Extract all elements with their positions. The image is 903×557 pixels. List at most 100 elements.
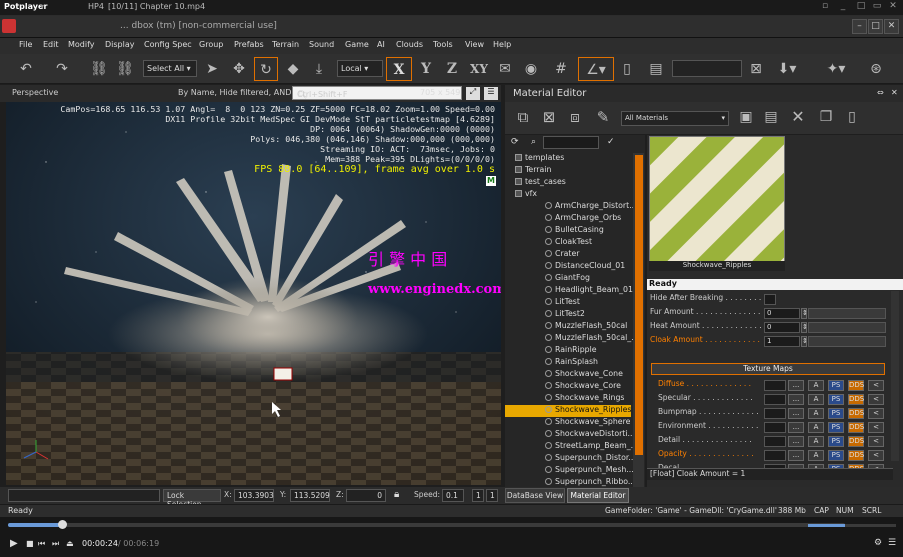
- tree-folder[interactable]: templates: [515, 153, 641, 165]
- ps-icon[interactable]: PS: [828, 436, 844, 447]
- tree-item[interactable]: GiantFog: [505, 273, 631, 285]
- property-slider[interactable]: [808, 322, 886, 333]
- tree-search-input[interactable]: [543, 136, 599, 149]
- menu-terrain[interactable]: Terrain: [272, 40, 299, 49]
- tree-item[interactable]: StreetLamp_Beam_...: [505, 441, 638, 453]
- ps-icon[interactable]: PS: [828, 394, 844, 405]
- menu-view[interactable]: View: [465, 40, 484, 49]
- get-material-icon[interactable]: ⧈: [565, 105, 585, 129]
- tree-item[interactable]: RainRipple: [505, 345, 631, 357]
- layer-select[interactable]: [672, 60, 742, 77]
- tree-item[interactable]: LitTest: [505, 297, 631, 309]
- physics-icon[interactable]: ⊛: [864, 57, 888, 81]
- speed-option-2[interactable]: 1: [486, 489, 498, 502]
- redo-icon[interactable]: ↷: [50, 57, 74, 81]
- texture-path-field[interactable]: [764, 408, 786, 419]
- menu-edit[interactable]: Edit: [43, 40, 59, 49]
- menu-game[interactable]: Game: [345, 40, 369, 49]
- props-scrollbar[interactable]: [891, 291, 899, 461]
- menu-display[interactable]: Display: [105, 40, 135, 49]
- property-slider[interactable]: [808, 336, 886, 347]
- export-icon[interactable]: ⬇▾: [774, 57, 800, 81]
- speed-field[interactable]: 0.1: [442, 489, 464, 502]
- prev-icon[interactable]: ⏮: [38, 539, 45, 549]
- ai-point-icon[interactable]: ✦▾: [822, 57, 850, 81]
- property-checkbox[interactable]: [764, 294, 776, 305]
- maximize-icon[interactable]: □: [854, 1, 868, 13]
- tree-item[interactable]: Shockwave_Ripples: [505, 405, 631, 417]
- axis-xy-button[interactable]: XY: [466, 57, 492, 81]
- menu-help[interactable]: Help: [493, 40, 511, 49]
- sandbox-maximize-icon[interactable]: □: [868, 19, 883, 34]
- spinner-icon[interactable]: ⇕: [801, 308, 808, 319]
- a-button[interactable]: A: [808, 422, 824, 433]
- maximize-viewport-icon[interactable]: ⤢: [466, 87, 480, 100]
- volume-bar[interactable]: [808, 524, 896, 527]
- reset-arrow-icon[interactable]: <: [868, 394, 884, 405]
- menu-file[interactable]: File: [19, 40, 32, 49]
- browse-button[interactable]: ...: [788, 436, 804, 447]
- reset-arrow-icon[interactable]: <: [868, 450, 884, 461]
- tab-database-view[interactable]: DataBase View: [505, 488, 565, 503]
- refresh-icon[interactable]: ⟳: [511, 137, 519, 147]
- ruler-icon[interactable]: ▯: [620, 57, 634, 81]
- layer-list-icon[interactable]: ▤: [646, 57, 666, 81]
- minimize-icon[interactable]: _: [836, 1, 850, 13]
- browse-button[interactable]: ...: [788, 394, 804, 405]
- menu-modify[interactable]: Modify: [68, 40, 95, 49]
- move-tool-icon[interactable]: ✥: [228, 57, 250, 81]
- z-coord-field[interactable]: 0: [346, 489, 386, 502]
- tree-item[interactable]: Crater: [505, 249, 631, 261]
- tree-item[interactable]: Headlight_Beam_01: [505, 285, 633, 297]
- browse-button[interactable]: ...: [788, 450, 804, 461]
- tree-item[interactable]: RainSplash: [505, 357, 631, 369]
- tree-item[interactable]: Shockwave_Cone: [505, 369, 631, 381]
- rotate-tool-icon[interactable]: ↻: [254, 57, 278, 81]
- axis-y-button[interactable]: Y: [416, 57, 436, 81]
- terrain-follow-icon[interactable]: ✉: [494, 57, 516, 81]
- x-coord-field[interactable]: 103.3903: [234, 489, 274, 502]
- spinner-icon[interactable]: ⇕: [801, 322, 808, 333]
- material-preview[interactable]: [649, 136, 785, 269]
- dds-icon[interactable]: DDS: [848, 422, 864, 433]
- reset-arrow-icon[interactable]: <: [868, 436, 884, 447]
- property-value-field[interactable]: 0: [764, 308, 800, 319]
- tree-item[interactable]: ShockwaveDistorti...: [505, 429, 635, 441]
- link-icon[interactable]: ⛓: [88, 57, 110, 81]
- tree-folder[interactable]: vfx: [515, 189, 641, 201]
- delete-material-icon[interactable]: ✕: [789, 105, 807, 129]
- menu-prefabs[interactable]: Prefabs: [234, 40, 264, 49]
- copy-material-icon[interactable]: ❐: [817, 105, 835, 129]
- reset-material-icon[interactable]: ⊠: [539, 105, 559, 129]
- panel-pin-icon[interactable]: ⇔: [877, 88, 884, 97]
- browse-button[interactable]: ...: [788, 408, 804, 419]
- assign-material-icon[interactable]: ⧉: [513, 105, 533, 129]
- texture-maps-header[interactable]: Texture Maps: [651, 363, 885, 375]
- unlink-icon[interactable]: ⛓: [114, 57, 136, 81]
- reset-arrow-icon[interactable]: <: [868, 422, 884, 433]
- tree-item[interactable]: MuzzleFlash_50cal_...: [505, 333, 639, 345]
- panel-close-icon[interactable]: ✕: [891, 88, 898, 97]
- paste-material-icon[interactable]: ▯: [843, 105, 861, 129]
- eject-icon[interactable]: ⏏: [66, 539, 74, 548]
- axis-x-button[interactable]: X: [386, 57, 412, 81]
- sandbox-minimize-icon[interactable]: –: [852, 19, 867, 34]
- coord-system-select[interactable]: Local ▾: [337, 60, 383, 77]
- snap-to-terrain-icon[interactable]: ⤓: [308, 57, 330, 81]
- tree-item[interactable]: DistanceCloud_01: [505, 261, 631, 273]
- next-icon[interactable]: ⏭: [52, 539, 59, 549]
- a-button[interactable]: A: [808, 380, 824, 391]
- menu-clouds[interactable]: Clouds: [396, 40, 423, 49]
- angle-snap-icon[interactable]: ∠▾: [578, 57, 614, 81]
- tree-scrollbar-thumb[interactable]: [635, 155, 643, 455]
- property-value-field[interactable]: 0: [764, 322, 800, 333]
- tree-apply-icon[interactable]: ✓: [607, 137, 615, 147]
- texture-path-field[interactable]: [764, 394, 786, 405]
- pin-icon[interactable]: ▫: [818, 1, 832, 13]
- tree-item[interactable]: Superpunch_Distor...: [505, 453, 636, 465]
- fullscreen-icon[interactable]: ▭: [870, 1, 884, 13]
- tree-item[interactable]: Superpunch_Mesh...: [505, 465, 634, 477]
- viewport-menu-icon[interactable]: ☰: [484, 87, 498, 100]
- axis-z-button[interactable]: Z: [442, 57, 462, 81]
- viewport-title[interactable]: Perspective: [12, 88, 58, 97]
